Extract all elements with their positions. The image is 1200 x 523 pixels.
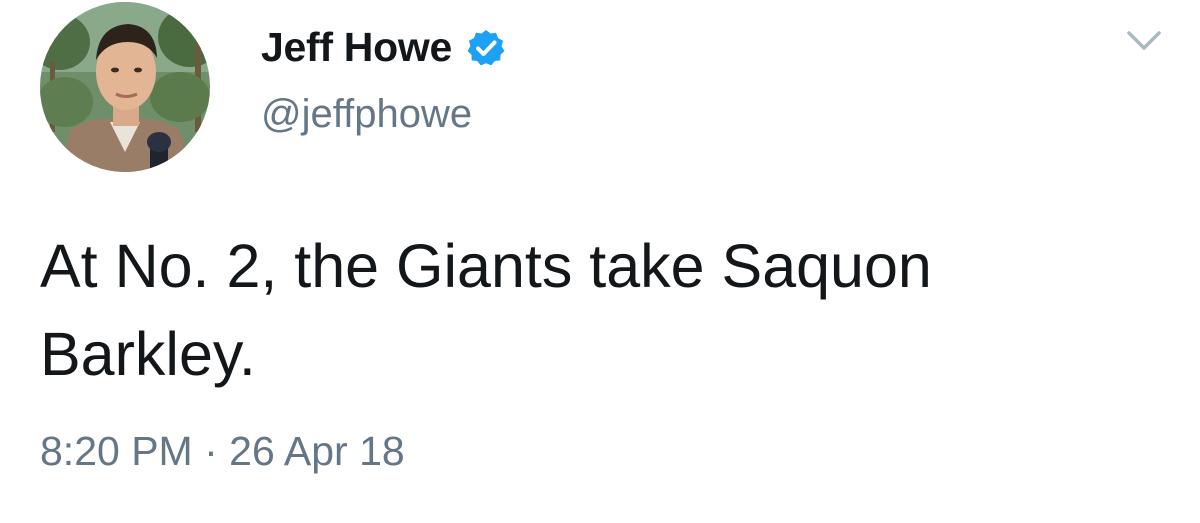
tweet-text: At No. 2, the Giants take Saquon Barkley… xyxy=(40,232,932,388)
timestamp-separator: · xyxy=(204,428,218,474)
tweet-date[interactable]: 26 Apr 18 xyxy=(229,428,405,474)
tweet-card: Jeff Howe @jeffphowe At No. 2, the Giant… xyxy=(0,0,1200,523)
user-handle[interactable]: @jeffphowe xyxy=(261,92,472,137)
avatar[interactable] xyxy=(40,2,210,172)
chevron-down-icon[interactable] xyxy=(1126,30,1162,52)
verified-badge-icon xyxy=(466,28,506,68)
tweet-time[interactable]: 8:20 PM xyxy=(40,428,193,474)
tweet-timestamp[interactable]: 8:20 PM · 26 Apr 18 xyxy=(40,428,405,475)
avatar-image xyxy=(40,2,210,172)
display-name[interactable]: Jeff Howe xyxy=(261,24,452,71)
user-name-row[interactable]: Jeff Howe xyxy=(261,24,506,71)
